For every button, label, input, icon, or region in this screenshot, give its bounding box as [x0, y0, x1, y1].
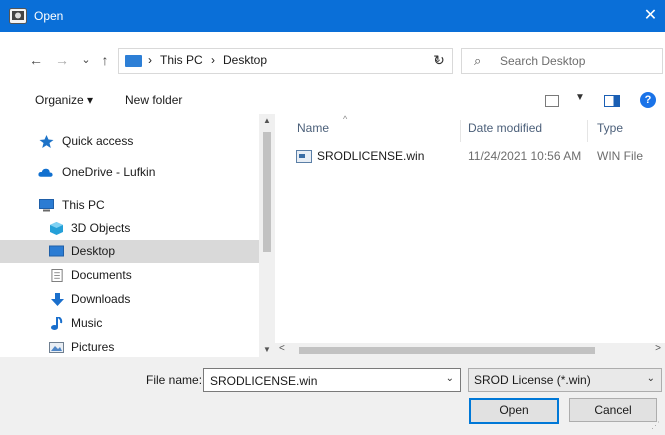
title-bar[interactable]: Open ✕ — [0, 0, 665, 32]
sidebar-item-onedrive[interactable]: OneDrive - Lufkin — [0, 161, 259, 184]
file-row[interactable]: SRODLICENSE.win 11/24/2021 10:56 AM WIN … — [291, 145, 665, 167]
breadcrumb-this-pc[interactable]: This PC — [160, 53, 203, 67]
back-button[interactable]: ← — [28, 52, 44, 68]
file-name-combo[interactable]: ⌄ — [203, 368, 461, 392]
file-type-select[interactable]: SROD License (*.win) ⌄ — [468, 368, 662, 392]
recent-locations-button[interactable]: ⌄ — [78, 52, 94, 68]
up-button[interactable]: ↑ — [97, 52, 113, 68]
sidebar-item-label: Documents — [71, 268, 132, 282]
sidebar-item-label: This PC — [62, 198, 105, 212]
sidebar-item-label: Downloads — [71, 292, 131, 306]
search-input[interactable] — [498, 52, 652, 70]
search-box[interactable]: ⌕ — [461, 48, 663, 74]
scrollbar-thumb[interactable] — [263, 132, 271, 252]
command-bar: Organize ▾ New folder ▼ ? — [0, 86, 665, 114]
column-header-name[interactable]: ^ Name — [275, 114, 465, 138]
scroll-down-icon[interactable]: ▼ — [259, 343, 275, 357]
desktop-icon — [49, 245, 64, 257]
sidebar-item-quick-access[interactable]: Quick access — [0, 130, 259, 153]
download-icon — [51, 293, 64, 306]
file-name: SRODLICENSE.win — [317, 149, 425, 163]
breadcrumb-separator-icon: › — [211, 53, 215, 67]
sidebar-item-3d-objects[interactable]: 3D Objects — [0, 217, 259, 240]
sidebar-item-documents[interactable]: Documents — [0, 264, 259, 287]
dialog-footer: File name: ⌄ SROD License (*.win) ⌄ Open… — [0, 357, 665, 435]
scroll-up-icon[interactable]: ▲ — [259, 114, 275, 128]
search-icon: ⌕ — [474, 53, 482, 68]
breadcrumb-separator-icon: › — [148, 53, 152, 67]
close-button[interactable]: ✕ — [636, 4, 665, 28]
sidebar-item-this-pc[interactable]: This PC — [0, 194, 259, 217]
sidebar-item-downloads[interactable]: Downloads — [0, 288, 259, 311]
file-name-label: File name: — [146, 373, 203, 387]
navigation-pane: Quick access OneDrive - Lufkin This PC 3… — [0, 114, 259, 357]
navigation-pane-scrollbar[interactable]: ▲ ▼ — [259, 114, 275, 357]
file-date-modified: 11/24/2021 10:56 AM — [468, 149, 582, 163]
view-options-icon[interactable] — [545, 95, 559, 107]
help-button[interactable]: ? — [640, 92, 656, 108]
file-name-dropdown-icon[interactable]: ⌄ — [446, 373, 454, 384]
cloud-icon — [38, 168, 53, 177]
scroll-right-icon[interactable]: > — [655, 343, 661, 354]
column-header-type[interactable]: Type — [588, 114, 665, 138]
organize-button[interactable]: Organize ▾ — [35, 93, 93, 107]
open-button[interactable]: Open — [469, 398, 559, 424]
preview-pane-button[interactable] — [604, 95, 620, 107]
scroll-left-icon[interactable]: < — [279, 343, 285, 354]
view-dropdown-icon[interactable]: ▼ — [575, 92, 585, 103]
file-type: WIN File — [597, 149, 643, 163]
column-header-date-modified[interactable]: Date modified — [461, 114, 587, 138]
sidebar-item-label: Music — [71, 316, 103, 330]
computer-icon — [39, 199, 54, 212]
column-header-label: Name — [297, 121, 330, 135]
sidebar-item-label: 3D Objects — [71, 221, 131, 235]
scrollbar-thumb[interactable] — [299, 347, 595, 354]
open-dialog: Open ✕ ← → ⌄ ↑ › This PC › Desktop ⌄ ↻ ⌕… — [0, 0, 665, 435]
this-pc-icon — [125, 55, 142, 67]
cube-icon — [50, 222, 63, 235]
sidebar-item-label: OneDrive - Lufkin — [62, 165, 156, 179]
column-header-label: Date modified — [468, 121, 543, 135]
new-folder-button[interactable]: New folder — [125, 93, 182, 107]
file-type-value: SROD License (*.win) — [474, 373, 591, 387]
refresh-button[interactable]: ↻ — [425, 48, 453, 72]
file-icon — [296, 150, 312, 163]
column-header-label: Type — [597, 121, 624, 135]
sort-ascending-icon: ^ — [343, 114, 348, 124]
sidebar-item-label: Quick access — [62, 134, 134, 148]
sidebar-item-label: Desktop — [71, 244, 116, 258]
file-list-horizontal-scrollbar[interactable]: < > — [275, 343, 665, 357]
sidebar-item-label: Pictures — [71, 340, 115, 354]
music-icon — [51, 317, 63, 330]
sidebar-item-pictures[interactable]: Pictures — [0, 336, 259, 357]
file-name-input[interactable] — [208, 372, 437, 390]
pictures-icon — [49, 342, 64, 353]
sidebar-item-music[interactable]: Music — [0, 312, 259, 335]
resize-grip-icon[interactable]: ⋰ — [651, 420, 660, 431]
forward-button[interactable]: → — [54, 52, 70, 68]
app-icon — [9, 8, 27, 24]
cancel-button[interactable]: Cancel — [569, 398, 657, 422]
sidebar-item-desktop[interactable]: Desktop — [0, 240, 259, 263]
breadcrumb-desktop[interactable]: Desktop — [223, 53, 267, 67]
star-icon — [39, 135, 54, 148]
address-bar[interactable]: › This PC › Desktop ⌄ — [118, 48, 453, 74]
window-title: Open — [34, 9, 64, 23]
file-type-dropdown-icon: ⌄ — [646, 373, 655, 384]
file-list: ^ Name Date modified Type SRODLICENSE.wi… — [275, 114, 665, 343]
document-icon — [51, 269, 63, 282]
